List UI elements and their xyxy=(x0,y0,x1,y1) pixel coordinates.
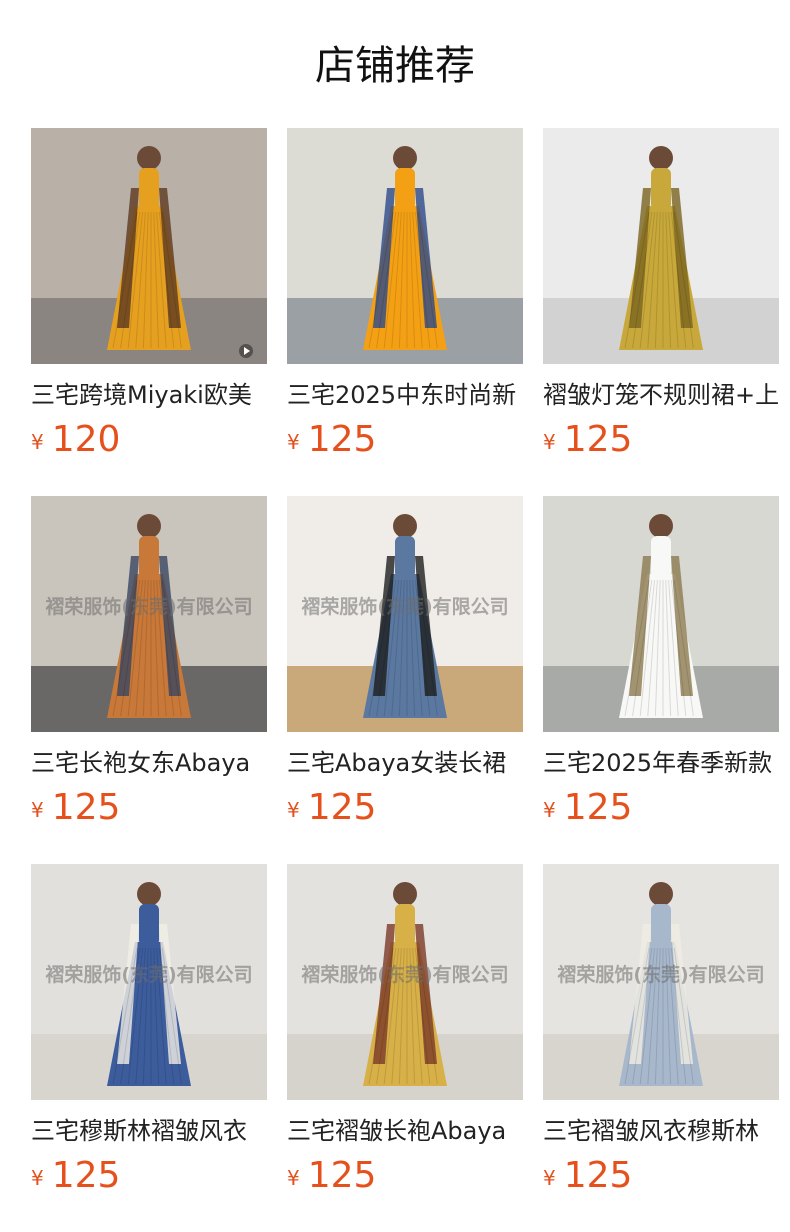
product-photo xyxy=(31,496,267,732)
product-name[interactable]: 三宅跨境Miyaki欧美 xyxy=(31,378,267,412)
price-value: 125 xyxy=(51,787,121,828)
price-value: 125 xyxy=(307,1155,377,1196)
product-card[interactable]: 三宅跨境Miyaki欧美 ¥120 xyxy=(31,128,267,484)
price-value: 120 xyxy=(51,419,121,460)
product-price: ¥125 xyxy=(31,786,267,830)
product-photo xyxy=(287,864,523,1100)
product-image[interactable]: 褶荣服饰(东莞)有限公司 xyxy=(543,864,779,1100)
product-name[interactable]: 褶皱灯笼不规则裙+上 xyxy=(543,378,779,412)
price-value: 125 xyxy=(563,419,633,460)
currency-symbol: ¥ xyxy=(31,1166,44,1190)
product-image[interactable] xyxy=(543,128,779,364)
product-photo xyxy=(543,496,779,732)
product-price: ¥125 xyxy=(287,1154,523,1198)
price-value: 125 xyxy=(51,1155,121,1196)
video-play-icon[interactable] xyxy=(239,344,253,358)
product-name[interactable]: 三宅穆斯林褶皱风衣 xyxy=(31,1114,267,1148)
product-image[interactable] xyxy=(543,496,779,732)
product-name[interactable]: 三宅长袍女东Abaya xyxy=(31,746,267,780)
product-price: ¥125 xyxy=(543,1154,779,1198)
currency-symbol: ¥ xyxy=(543,430,556,454)
price-value: 125 xyxy=(307,419,377,460)
product-name[interactable]: 三宅2025中东时尚新 xyxy=(287,378,523,412)
product-price: ¥125 xyxy=(287,786,523,830)
product-card[interactable]: 三宅2025年春季新款 ¥125 xyxy=(543,496,779,852)
product-image[interactable] xyxy=(287,128,523,364)
price-value: 125 xyxy=(563,1155,633,1196)
price-value: 125 xyxy=(307,787,377,828)
product-card[interactable]: 褶荣服饰(东莞)有限公司三宅穆斯林褶皱风衣 ¥125 xyxy=(31,864,267,1220)
product-price: ¥125 xyxy=(287,418,523,462)
currency-symbol: ¥ xyxy=(543,798,556,822)
product-image[interactable] xyxy=(31,128,267,364)
product-photo xyxy=(287,496,523,732)
product-card[interactable]: 褶皱灯笼不规则裙+上 ¥125 xyxy=(543,128,779,484)
product-grid: 三宅跨境Miyaki欧美 ¥120 三宅2025中东时尚新 ¥125 褶皱灯笼不规则裙+… xyxy=(31,128,790,1220)
product-photo xyxy=(543,128,779,364)
product-name[interactable]: 三宅褶皱风衣穆斯林 xyxy=(543,1114,779,1148)
currency-symbol: ¥ xyxy=(31,798,44,822)
product-card[interactable]: 褶荣服饰(东莞)有限公司三宅褶皱风衣穆斯林 ¥125 xyxy=(543,864,779,1220)
product-price: ¥125 xyxy=(31,1154,267,1198)
product-name[interactable]: 三宅2025年春季新款 xyxy=(543,746,779,780)
product-price: ¥125 xyxy=(543,786,779,830)
product-image[interactable]: 褶荣服饰(东莞)有限公司 xyxy=(287,496,523,732)
currency-symbol: ¥ xyxy=(287,798,300,822)
product-card[interactable]: 褶荣服饰(东莞)有限公司三宅长袍女东Abaya ¥125 xyxy=(31,496,267,852)
product-name[interactable]: 三宅褶皱长袍Abaya xyxy=(287,1114,523,1148)
price-value: 125 xyxy=(563,787,633,828)
currency-symbol: ¥ xyxy=(287,430,300,454)
product-photo xyxy=(31,128,267,364)
product-image[interactable]: 褶荣服饰(东莞)有限公司 xyxy=(31,496,267,732)
currency-symbol: ¥ xyxy=(543,1166,556,1190)
product-card[interactable]: 褶荣服饰(东莞)有限公司三宅褶皱长袍Abaya ¥125 xyxy=(287,864,523,1220)
product-photo xyxy=(31,864,267,1100)
currency-symbol: ¥ xyxy=(287,1166,300,1190)
product-price: ¥120 xyxy=(31,418,267,462)
product-card[interactable]: 褶荣服饰(东莞)有限公司三宅Abaya女装长裙 ¥125 xyxy=(287,496,523,852)
product-photo xyxy=(543,864,779,1100)
product-photo xyxy=(287,128,523,364)
currency-symbol: ¥ xyxy=(31,430,44,454)
product-image[interactable]: 褶荣服饰(东莞)有限公司 xyxy=(287,864,523,1100)
section-title: 店铺推荐 xyxy=(315,43,475,89)
product-name[interactable]: 三宅Abaya女装长裙 xyxy=(287,746,523,780)
product-image[interactable]: 褶荣服饰(东莞)有限公司 xyxy=(31,864,267,1100)
product-card[interactable]: 三宅2025中东时尚新 ¥125 xyxy=(287,128,523,484)
product-price: ¥125 xyxy=(543,418,779,462)
